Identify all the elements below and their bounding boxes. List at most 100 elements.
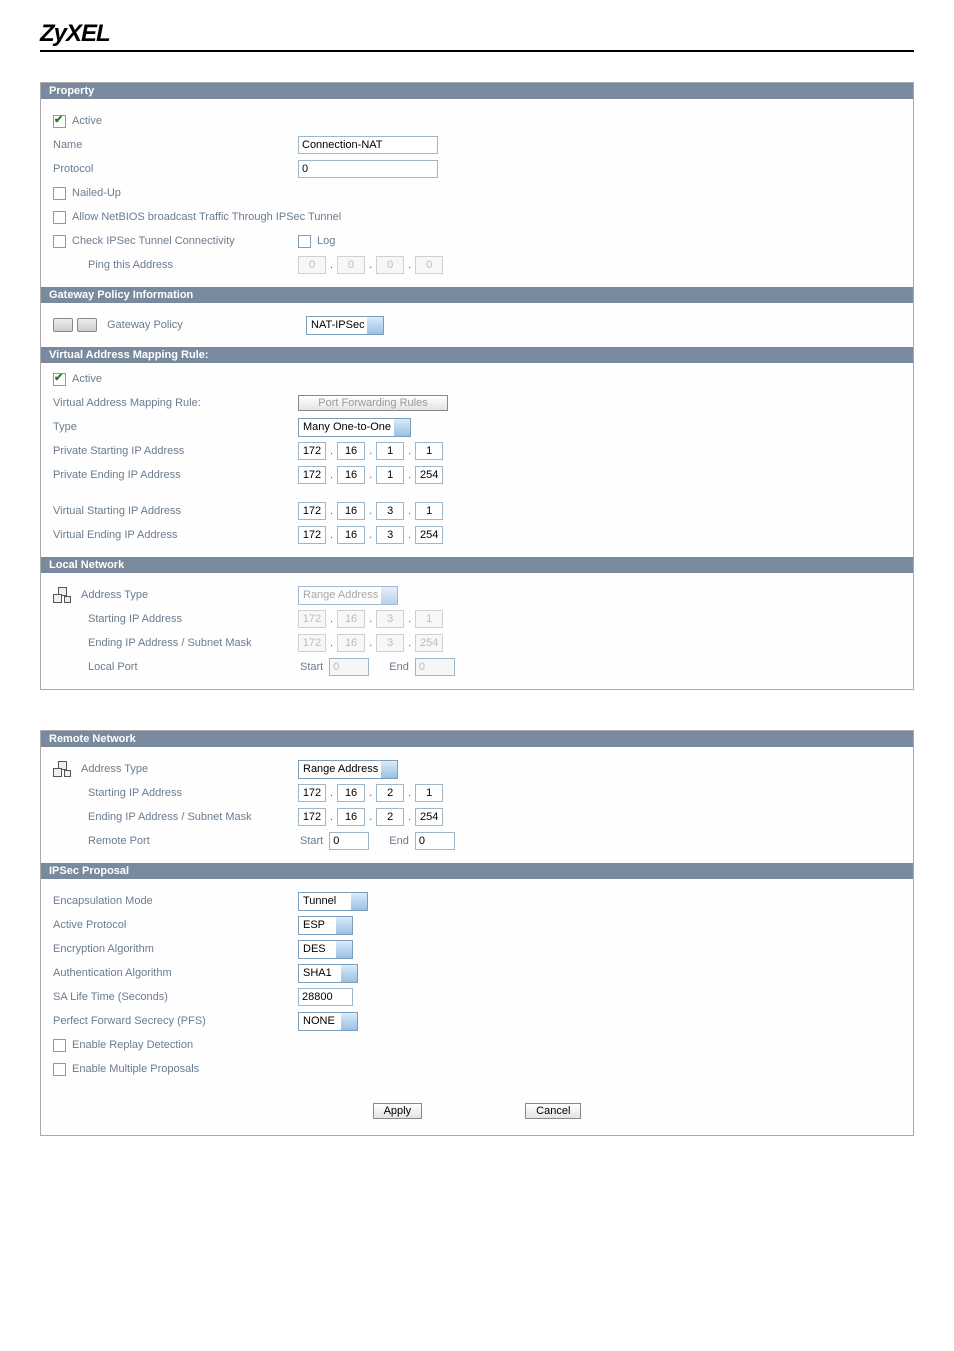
virt-end-label: Virtual Ending IP Address [53,529,298,541]
active-protocol-select[interactable]: ESP [298,916,353,935]
virt-start-label: Virtual Starting IP Address [53,505,298,517]
allow-netbios-checkbox[interactable] [53,211,66,224]
active-checkbox[interactable] [53,115,66,128]
ping-oct-3 [376,256,404,274]
virt-end-oct-2[interactable] [337,526,365,544]
virt-end-oct-4[interactable] [415,526,443,544]
remote-start-label: Starting IP Address [88,787,298,799]
cancel-button[interactable]: Cancel [525,1103,581,1119]
pfs-label: Perfect Forward Secrecy (PFS) [53,1015,298,1027]
replay-detection-label: Enable Replay Detection [72,1039,193,1051]
remote-port-end-label: End [389,835,409,847]
config-panel-top: Property Active Name Protocol Nailed-Up … [40,82,914,690]
local-end-ip: . . . [298,634,443,652]
virt-end-oct-1[interactable] [298,526,326,544]
protocol-input[interactable] [298,160,438,178]
encap-mode-select[interactable]: Tunnel [298,892,368,911]
remote-port-start-input[interactable] [329,832,369,850]
priv-end-oct-1[interactable] [298,466,326,484]
ping-oct-2 [337,256,365,274]
local-end-oct-1 [298,634,326,652]
remote-start-oct-1[interactable] [298,784,326,802]
section-local-header: Local Network [41,557,913,573]
virt-end-ip: . . . [298,526,443,544]
section-property-header: Property [41,83,913,99]
vam-active-label: Active [72,373,102,385]
local-end-oct-2 [337,634,365,652]
virt-start-oct-1[interactable] [298,502,326,520]
remote-end-oct-1[interactable] [298,808,326,826]
priv-start-label: Private Starting IP Address [53,445,298,457]
priv-end-oct-3[interactable] [376,466,404,484]
remote-end-oct-4[interactable] [415,808,443,826]
remote-port-end-input[interactable] [415,832,455,850]
remote-start-ip: . . . [298,784,443,802]
ping-address-ip: . . . [298,256,443,274]
remote-addr-type-label: Address Type [81,763,298,775]
local-port-end-label: End [389,661,409,673]
local-port-end-input [415,658,455,676]
remote-start-oct-2[interactable] [337,784,365,802]
priv-start-oct-1[interactable] [298,442,326,460]
local-end-oct-3 [376,634,404,652]
priv-start-ip: . . . [298,442,443,460]
local-end-oct-4 [415,634,443,652]
virt-start-oct-3[interactable] [376,502,404,520]
remote-end-label: Ending IP Address / Subnet Mask [88,811,298,823]
local-port-start-input [329,658,369,676]
enc-alg-select[interactable]: DES [298,940,353,959]
allow-netbios-label: Allow NetBIOS broadcast Traffic Through … [72,211,341,223]
name-input[interactable] [298,136,438,154]
replay-detection-checkbox[interactable] [53,1039,66,1052]
remote-addr-type-select[interactable]: Range Address [298,760,398,779]
remote-end-oct-2[interactable] [337,808,365,826]
remote-port-start-label: Start [300,835,323,847]
local-start-oct-2 [337,610,365,628]
gateway-policy-select[interactable]: NAT-IPSec [306,316,384,335]
vam-type-select[interactable]: Many One-to-One [298,418,411,437]
virt-end-oct-3[interactable] [376,526,404,544]
vam-active-checkbox[interactable] [53,373,66,386]
remote-end-oct-3[interactable] [376,808,404,826]
enc-alg-label: Encryption Algorithm [53,943,298,955]
virt-start-oct-2[interactable] [337,502,365,520]
gateway-policy-label: Gateway Policy [107,319,306,331]
sa-life-input[interactable] [298,988,353,1006]
port-forwarding-button: Port Forwarding Rules [298,395,448,411]
priv-end-ip: . . . [298,466,443,484]
multiple-proposals-checkbox[interactable] [53,1063,66,1076]
check-tunnel-label: Check IPSec Tunnel Connectivity [72,235,298,247]
name-label: Name [53,139,298,151]
config-panel-bottom: Remote Network Address Type Range Addres… [40,730,914,1136]
local-start-oct-3 [376,610,404,628]
remote-port-label: Remote Port [88,835,298,847]
priv-start-oct-3[interactable] [376,442,404,460]
pfs-select[interactable]: NONE [298,1012,358,1031]
check-tunnel-checkbox[interactable] [53,235,66,248]
remote-start-oct-3[interactable] [376,784,404,802]
multiple-proposals-label: Enable Multiple Proposals [72,1063,199,1075]
local-port-label: Local Port [88,661,298,673]
nailed-up-checkbox[interactable] [53,187,66,200]
local-start-oct-4 [415,610,443,628]
virt-start-ip: . . . [298,502,443,520]
priv-end-oct-2[interactable] [337,466,365,484]
brand-logo: ZyXEL [40,20,110,47]
priv-end-oct-4[interactable] [415,466,443,484]
priv-end-label: Private Ending IP Address [53,469,298,481]
log-checkbox[interactable] [298,235,311,248]
remote-end-ip: . . . [298,808,443,826]
local-end-label: Ending IP Address / Subnet Mask [88,637,298,649]
apply-button[interactable]: Apply [373,1103,423,1119]
remote-start-oct-4[interactable] [415,784,443,802]
section-vam-header: Virtual Address Mapping Rule: [41,347,913,363]
virt-start-oct-4[interactable] [415,502,443,520]
local-start-label: Starting IP Address [88,613,298,625]
section-gateway-header: Gateway Policy Information [41,287,913,303]
network-icon [53,761,71,777]
priv-start-oct-2[interactable] [337,442,365,460]
auth-alg-select[interactable]: SHA1 [298,964,358,983]
auth-alg-label: Authentication Algorithm [53,967,298,979]
sa-life-label: SA Life Time (Seconds) [53,991,298,1003]
priv-start-oct-4[interactable] [415,442,443,460]
